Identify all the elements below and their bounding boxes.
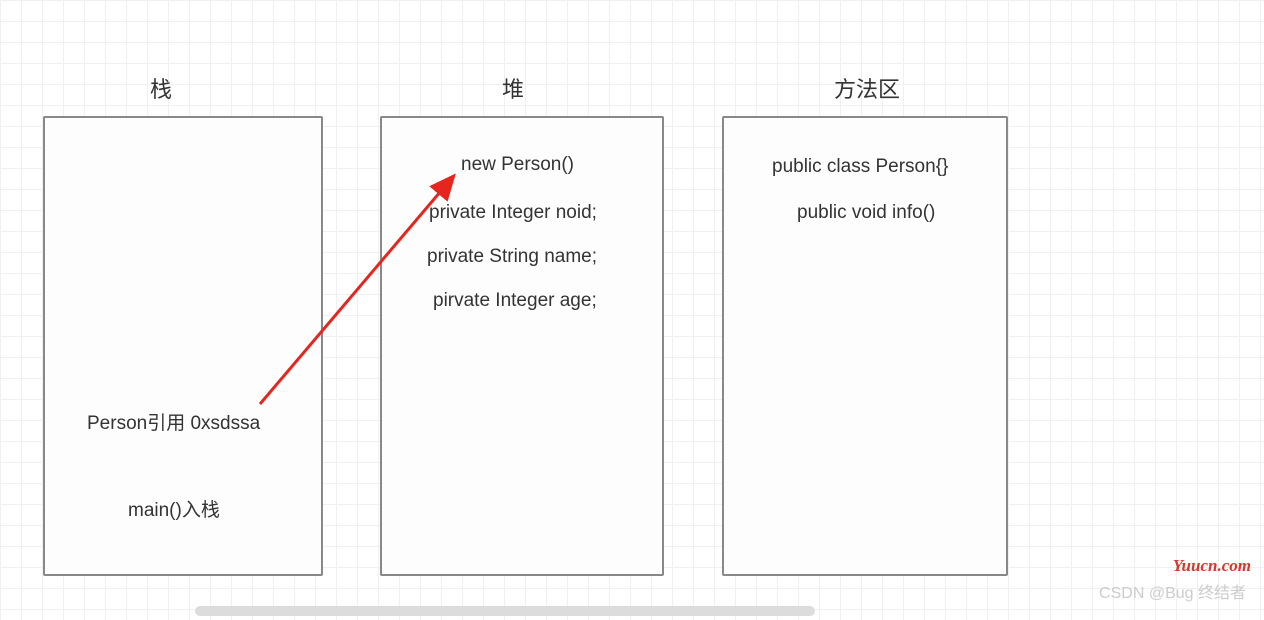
heap-field-name: private String name; [427, 246, 597, 268]
heap-box [380, 116, 664, 576]
horizontal-scrollbar[interactable] [195, 606, 815, 616]
heap-field-noid: private Integer noid; [429, 202, 597, 224]
watermark-yuucn: Yuucn.com [1173, 556, 1251, 576]
stack-main-text: main()入栈 [128, 495, 220, 522]
method-class-text: public class Person{} [772, 156, 948, 178]
heap-new-text: new Person() [461, 154, 574, 176]
heap-title: 堆 [502, 72, 524, 104]
stack-title: 栈 [150, 72, 172, 104]
heap-field-age: pirvate Integer age; [433, 290, 597, 312]
method-info-text: public void info() [797, 202, 935, 224]
stack-ref-text: Person引用 0xsdssa [87, 408, 260, 435]
method-area-title: 方法区 [834, 72, 900, 104]
watermark-csdn: CSDN @Bug 终结者 [1099, 579, 1246, 603]
method-area-box [722, 116, 1008, 576]
